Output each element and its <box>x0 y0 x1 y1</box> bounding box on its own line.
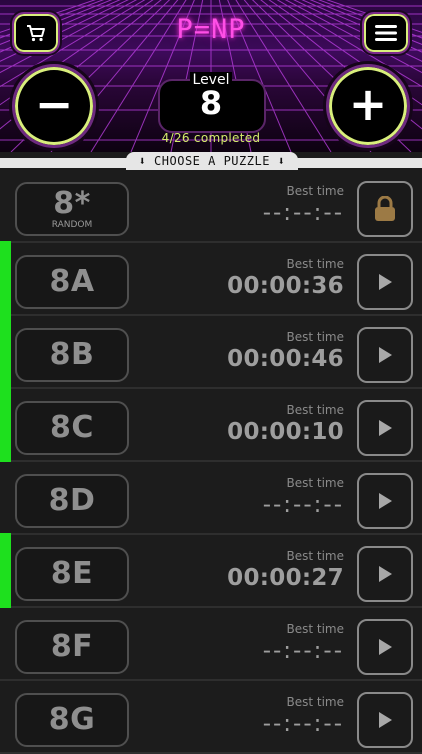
best-time-label: Best time <box>286 622 345 636</box>
best-time-label: Best time <box>286 257 345 271</box>
next-level-button[interactable]: + <box>326 64 410 148</box>
locked-button[interactable] <box>357 181 413 237</box>
puzzle-name: 8F <box>50 629 94 664</box>
play-button[interactable] <box>357 327 413 383</box>
play-icon <box>379 493 392 509</box>
puzzle-row[interactable]: 8D Best time --:--:-- <box>0 462 422 535</box>
puzzle-tile[interactable]: 8B <box>15 328 129 382</box>
best-time-label: Best time <box>286 330 345 344</box>
puzzle-row[interactable]: 8G Best time --:--:-- <box>0 681 422 754</box>
hamburger-menu-icon <box>375 25 397 41</box>
lock-icon <box>375 196 395 221</box>
best-time-value: 00:00:27 <box>227 565 344 591</box>
play-icon <box>379 347 392 363</box>
best-time-label: Best time <box>286 549 345 563</box>
plus-icon: + <box>348 77 388 131</box>
puzzle-subtitle: RANDOM <box>51 219 93 230</box>
play-button[interactable] <box>357 546 413 602</box>
completed-indicator <box>0 533 11 608</box>
puzzle-tile[interactable]: 8* RANDOM <box>15 182 129 236</box>
puzzle-list: 8* RANDOM Best time --:--:-- 8A Best time 00:0… <box>0 170 422 754</box>
app-logo: P=NP <box>176 14 246 45</box>
puzzle-name: 8E <box>50 556 94 591</box>
play-button[interactable] <box>357 473 413 529</box>
play-icon <box>379 274 392 290</box>
puzzle-name: 8D <box>48 483 96 518</box>
puzzle-tile[interactable]: 8E <box>15 547 129 601</box>
puzzle-tile[interactable]: 8F <box>15 620 129 674</box>
best-time-label: Best time <box>286 184 345 198</box>
puzzle-row[interactable]: 8C Best time 00:00:10 <box>0 387 422 462</box>
best-time-label: Best time <box>286 476 345 490</box>
puzzle-tile[interactable]: 8D <box>15 474 129 528</box>
best-time-value: 00:00:46 <box>227 346 344 372</box>
best-time-value: 00:00:10 <box>227 419 344 445</box>
completed-indicator <box>0 241 11 316</box>
puzzle-row[interactable]: 8F Best time --:--:-- <box>0 608 422 681</box>
play-button[interactable] <box>357 692 413 748</box>
best-time-label: Best time <box>286 403 345 417</box>
play-icon <box>379 420 392 436</box>
puzzle-name: 8* <box>53 185 91 221</box>
completed-indicator <box>0 387 11 462</box>
puzzle-name: 8C <box>50 410 94 445</box>
puzzle-row[interactable]: 8* RANDOM Best time --:--:-- <box>0 170 422 243</box>
choose-puzzle-banner: ⬇ CHOOSE A PUZZLE ⬇ <box>126 152 298 170</box>
play-button[interactable] <box>357 400 413 456</box>
puzzle-tile[interactable]: 8G <box>15 693 129 747</box>
puzzle-row[interactable]: 8A Best time 00:00:36 <box>0 241 422 316</box>
play-icon <box>379 639 392 655</box>
header: P=NP − Level 8 4/26 completed + <box>0 0 422 152</box>
best-time-value: --:--:-- <box>262 492 344 518</box>
puzzle-tile[interactable]: 8A <box>15 255 129 309</box>
play-button[interactable] <box>357 254 413 310</box>
puzzle-name: 8B <box>49 337 95 372</box>
puzzle-row[interactable]: 8E Best time 00:00:27 <box>0 533 422 608</box>
play-icon <box>379 566 392 582</box>
puzzle-name: 8G <box>48 702 96 737</box>
puzzle-tile[interactable]: 8C <box>15 401 129 455</box>
completed-indicator <box>0 314 11 389</box>
best-time-value: --:--:-- <box>262 638 344 664</box>
puzzle-name: 8A <box>49 264 95 299</box>
play-icon <box>379 712 392 728</box>
best-time-value: --:--:-- <box>262 711 344 737</box>
menu-button[interactable] <box>362 12 410 54</box>
play-button[interactable] <box>357 619 413 675</box>
best-time-value: 00:00:36 <box>227 273 344 299</box>
best-time-value: --:--:-- <box>262 200 344 226</box>
puzzle-row[interactable]: 8B Best time 00:00:46 <box>0 314 422 389</box>
best-time-label: Best time <box>286 695 345 709</box>
